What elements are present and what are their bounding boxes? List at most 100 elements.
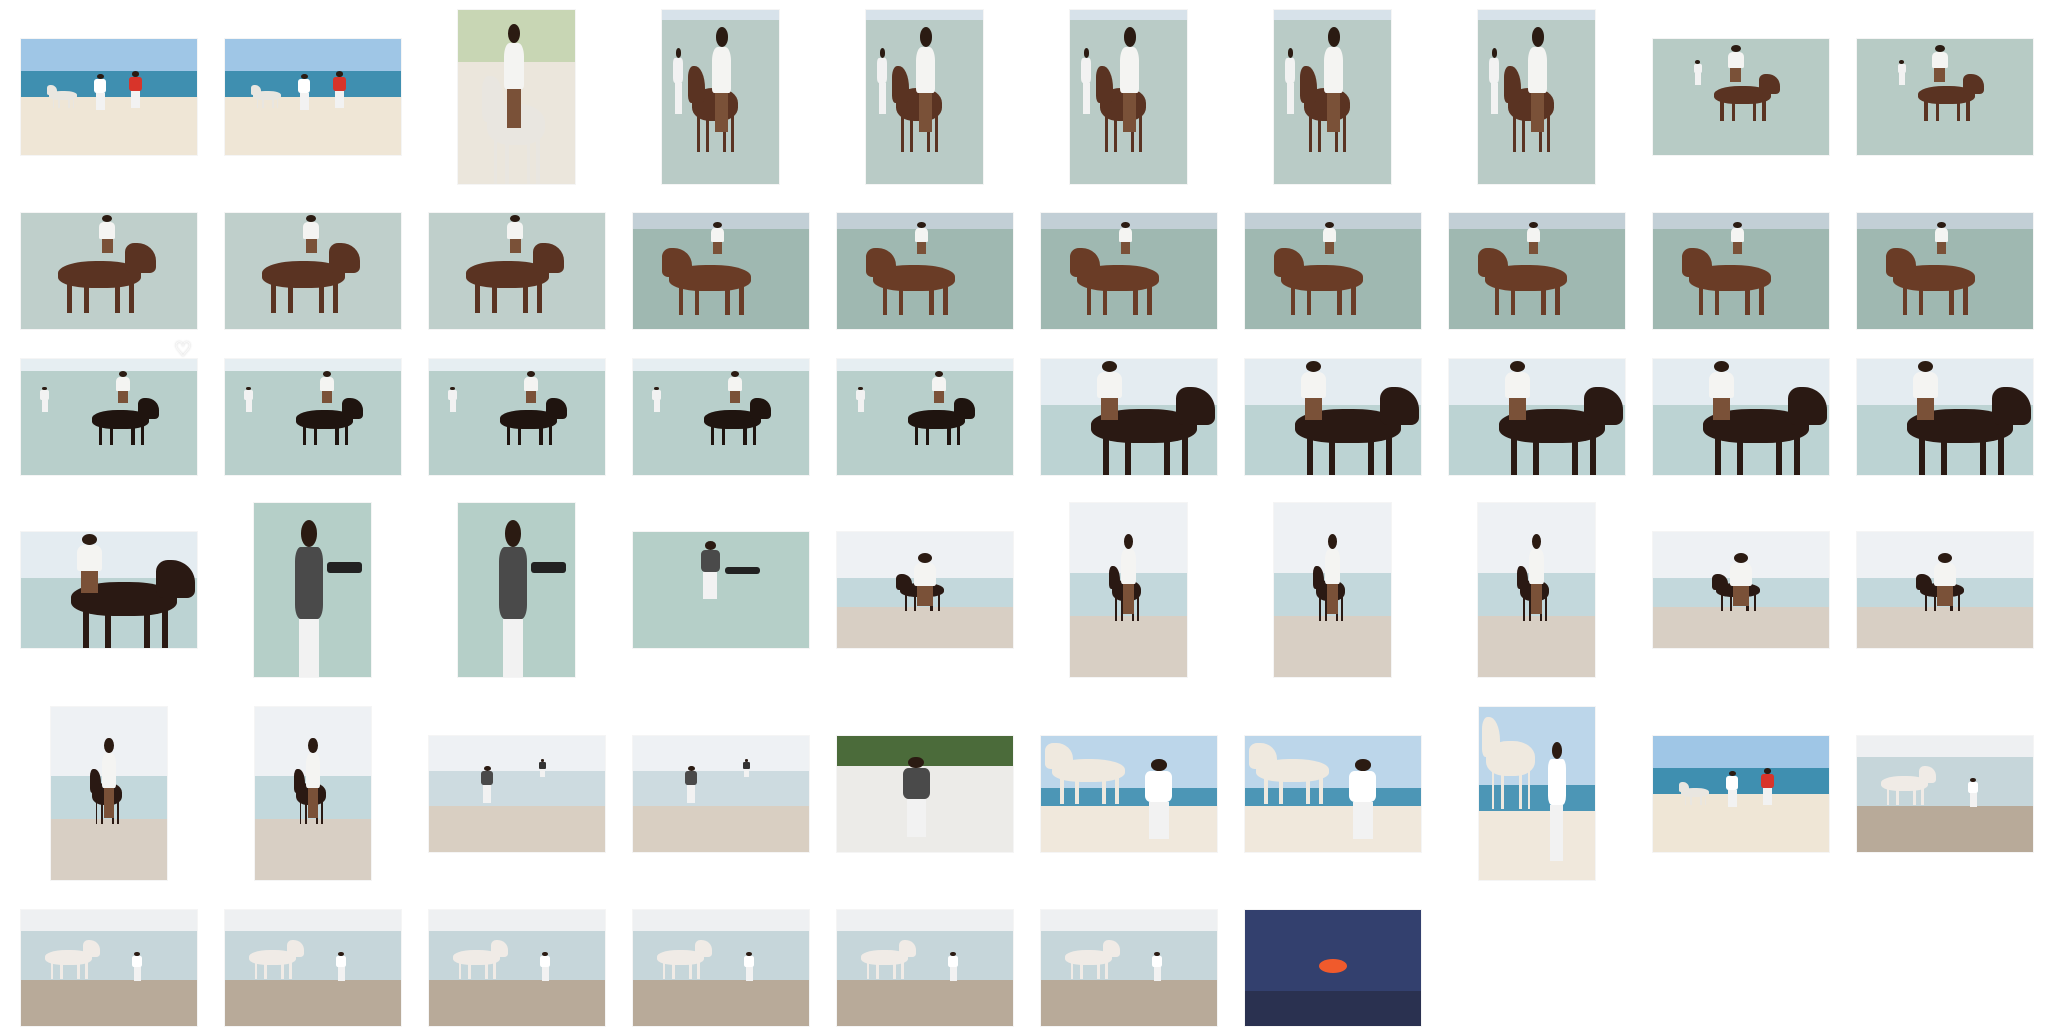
thumbnail[interactable] xyxy=(1857,736,2033,852)
thumbnail[interactable] xyxy=(1449,359,1625,475)
horse-leg xyxy=(526,137,530,184)
thumbnail[interactable] xyxy=(21,532,197,648)
thumbnail[interactable] xyxy=(633,532,809,648)
thumbnail[interactable] xyxy=(1653,736,1829,852)
thumbnail[interactable] xyxy=(429,910,605,1026)
thumbnail[interactable] xyxy=(866,10,983,184)
rider-torso xyxy=(101,753,117,788)
thumbnail[interactable] xyxy=(1478,10,1595,184)
thumbnail[interactable] xyxy=(837,910,1013,1026)
thumbnail[interactable] xyxy=(837,359,1013,475)
thumbnail[interactable] xyxy=(255,707,371,880)
rider-head xyxy=(526,370,536,377)
thumbnail[interactable] xyxy=(225,359,401,475)
thumbnail[interactable] xyxy=(21,39,197,155)
horse-leg xyxy=(1124,437,1131,475)
rider-torso xyxy=(1322,228,1337,243)
horse-leg xyxy=(1554,286,1560,316)
thumbnail[interactable] xyxy=(21,910,197,1026)
thumbnail[interactable] xyxy=(1070,503,1187,677)
horse-leg xyxy=(753,425,757,446)
thumbnail[interactable] xyxy=(1070,10,1187,184)
rider xyxy=(1117,534,1140,618)
thumbnail[interactable] xyxy=(1041,736,1217,852)
thumbnail[interactable] xyxy=(633,213,809,329)
person-torso xyxy=(856,390,866,401)
thumbnail[interactable] xyxy=(21,213,197,329)
thumbnail[interactable] xyxy=(458,503,575,677)
rider xyxy=(301,738,324,821)
thumbnail[interactable] xyxy=(1857,213,2033,329)
heart-icon[interactable]: ♡ xyxy=(174,340,196,360)
horse xyxy=(1474,247,1590,317)
thumbnail[interactable] xyxy=(1245,736,1421,852)
thumbnail[interactable] xyxy=(1245,359,1421,475)
thumbnail[interactable] xyxy=(225,39,401,155)
thumbnail[interactable] xyxy=(1857,359,2033,475)
thumbnail[interactable] xyxy=(1274,10,1391,184)
thumbnail[interactable] xyxy=(837,736,1013,852)
thumbnail[interactable] xyxy=(837,532,1013,648)
person-head xyxy=(675,48,682,58)
rider-torso xyxy=(507,222,524,239)
thumbnail[interactable] xyxy=(633,736,809,852)
thumbnail[interactable] xyxy=(458,10,575,184)
horse-leg xyxy=(1074,778,1079,805)
thumbnail[interactable] xyxy=(429,359,605,475)
thumbnail-gallery xyxy=(0,0,2048,1030)
horse-leg xyxy=(83,610,90,648)
thumbnail[interactable] xyxy=(225,213,401,329)
rider-legs xyxy=(1101,398,1119,421)
rider xyxy=(1927,552,1962,609)
person xyxy=(1344,759,1383,841)
thumbnail[interactable] xyxy=(225,910,401,1026)
person-head xyxy=(1763,768,1771,774)
horse xyxy=(1875,766,1942,806)
thumbnail[interactable] xyxy=(1245,910,1421,1026)
rider-legs xyxy=(101,238,113,253)
person xyxy=(696,541,724,600)
horse-leg xyxy=(1918,286,1924,316)
thumbnail[interactable] xyxy=(662,10,779,184)
thumbnail[interactable] xyxy=(1041,213,1217,329)
horse-leg xyxy=(1103,437,1110,475)
thumbnail[interactable] xyxy=(1478,503,1595,677)
thumbnail[interactable] xyxy=(633,359,809,475)
thumbnail[interactable] xyxy=(633,910,809,1026)
thumbnail[interactable] xyxy=(254,503,371,677)
thumbnail[interactable] xyxy=(1653,213,1829,329)
horse-leg xyxy=(493,137,498,184)
thumbnail[interactable] xyxy=(837,213,1013,329)
thumbnail[interactable] xyxy=(1857,532,2033,648)
horse-leg xyxy=(743,425,747,446)
horse-leg xyxy=(549,425,553,446)
horse-leg xyxy=(271,282,276,313)
thumbnail[interactable] xyxy=(1653,532,1829,648)
thumbnail[interactable] xyxy=(21,359,197,475)
thumbnail[interactable] xyxy=(1653,39,1829,155)
rider-head xyxy=(1531,534,1542,550)
thumbnail[interactable] xyxy=(429,213,605,329)
rider-legs xyxy=(509,238,521,253)
thumbnail[interactable] xyxy=(1274,503,1391,677)
person xyxy=(1692,59,1704,86)
rider-head xyxy=(1123,534,1134,550)
thumbnail[interactable] xyxy=(1041,910,1217,1026)
horse-neck xyxy=(1300,65,1318,103)
thumbnail[interactable] xyxy=(51,707,167,880)
thumbnail[interactable] xyxy=(1479,707,1595,880)
rider-torso xyxy=(915,46,936,93)
horse-leg xyxy=(689,962,693,980)
thumbnail[interactable] xyxy=(429,736,605,852)
rider-head xyxy=(1937,552,1952,563)
horse-leg xyxy=(1919,437,1926,475)
thumbnail[interactable] xyxy=(1245,213,1421,329)
sand xyxy=(1070,616,1187,677)
person-legs xyxy=(1490,83,1498,114)
thumbnail[interactable] xyxy=(1041,359,1217,475)
thumbnail[interactable] xyxy=(1653,359,1829,475)
rider xyxy=(1114,27,1144,136)
horse-leg xyxy=(1306,286,1312,316)
thumbnail[interactable] xyxy=(1857,39,2033,155)
thumbnail[interactable] xyxy=(1449,213,1625,329)
